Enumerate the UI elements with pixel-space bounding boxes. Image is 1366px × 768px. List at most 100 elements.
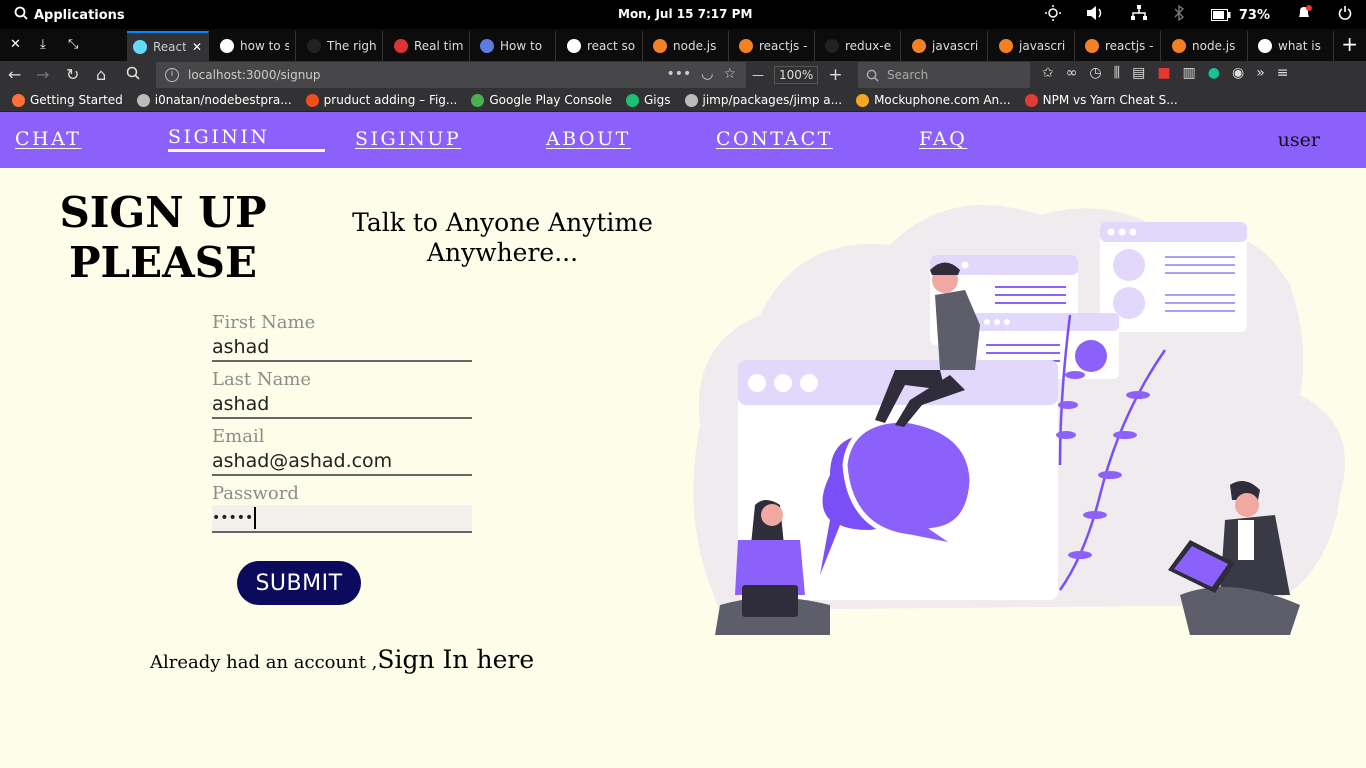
bookmark-item[interactable]: i0natan/nodebestpra... <box>136 93 292 107</box>
bookmark-label: Google Play Console <box>489 93 612 107</box>
extension-grid-icon[interactable]: ▥ <box>1183 65 1196 81</box>
browser-tab[interactable]: reactjs - <box>1079 31 1161 61</box>
bookmark-favicon-icon <box>136 93 150 107</box>
bookmark-item[interactable]: jimp/packages/jimp a... <box>684 93 842 107</box>
browser-tab[interactable]: Real tim <box>388 31 470 61</box>
nav-chat-link[interactable]: CHAT <box>15 128 81 150</box>
bookmark-favicon-icon <box>856 93 870 107</box>
bookmark-star-icon[interactable]: ☆ <box>723 66 736 82</box>
browser-tab[interactable]: node.js <box>1166 31 1248 61</box>
zoom-out-icon[interactable]: — <box>752 68 764 82</box>
browser-tab[interactable]: how to s <box>214 31 296 61</box>
nav-contact-link[interactable]: CONTACT <box>716 128 833 150</box>
tab-title: javascri <box>932 39 979 53</box>
signin-here-link[interactable]: Sign In here <box>377 645 534 674</box>
tab-title: redux-e <box>845 39 892 53</box>
browser-tab[interactable]: reactjs - <box>733 31 815 61</box>
address-bar[interactable]: i localhost:3000/signup ••• ◡ ☆ <box>156 62 746 88</box>
browser-tab[interactable]: javascri <box>906 31 988 61</box>
bookmark-item[interactable]: Google Play Console <box>471 93 612 107</box>
private-mask-icon[interactable]: ∞ <box>1066 65 1078 81</box>
search-icon <box>14 6 28 24</box>
browser-tab[interactable]: react so <box>561 31 643 61</box>
home-icon[interactable]: ⌂ <box>96 65 106 84</box>
bookmark-item[interactable]: pruduct adding – Fig... <box>305 93 458 107</box>
history-clock-icon[interactable]: ◷ <box>1089 65 1101 81</box>
new-tab-button[interactable]: + <box>1341 32 1358 56</box>
applications-menu[interactable]: Applications <box>14 6 125 24</box>
zoom-level[interactable]: 100% <box>774 66 819 84</box>
tagline-line1: Talk to Anyone Anytime <box>352 208 653 237</box>
network-icon[interactable] <box>1130 5 1147 25</box>
bookmark-item[interactable]: Gigs <box>625 93 671 107</box>
bookmark-item[interactable]: Getting Started <box>12 93 123 107</box>
browser-tab[interactable]: The righ <box>301 31 383 61</box>
browser-tab[interactable]: How to <box>474 31 556 61</box>
close-tab-icon[interactable]: ✕ <box>192 40 202 54</box>
tab-title: what is <box>1278 39 1321 53</box>
grammarly-icon[interactable]: ● <box>1208 65 1220 81</box>
power-icon[interactable] <box>1338 6 1352 24</box>
bookmark-favicon-icon <box>305 93 319 107</box>
zoom-search-icon[interactable] <box>126 65 140 84</box>
nav-faq-link[interactable]: FAQ <box>919 128 967 150</box>
zoom-in-icon[interactable]: + <box>828 65 842 85</box>
page-actions-icon[interactable]: ••• <box>666 66 691 82</box>
bookmark-item[interactable]: NPM vs Yarn Cheat S... <box>1024 93 1178 107</box>
forward-arrow-icon[interactable]: → <box>36 65 49 84</box>
first-name-input[interactable]: ashad <box>212 334 472 362</box>
browser-tab[interactable]: React ✕ <box>127 31 209 61</box>
stackoverflow-icon <box>912 39 926 53</box>
brightness-icon[interactable] <box>1044 5 1061 25</box>
nav-signin-link[interactable]: SIGININ <box>168 126 269 148</box>
overflow-chevron-icon[interactable]: » <box>1256 65 1265 81</box>
account-icon[interactable]: ◉ <box>1232 65 1244 81</box>
reload-icon[interactable]: ↻ <box>66 65 79 84</box>
nav-signup-link[interactable]: SIGINUP <box>355 128 461 150</box>
bookmark-label: pruduct adding – Fig... <box>323 93 458 107</box>
nav-active-underline <box>168 149 325 152</box>
last-name-field: Last Name ashad <box>212 369 472 419</box>
clock[interactable]: Mon, Jul 15 7:17 PM <box>618 7 752 21</box>
hamburger-menu-icon[interactable]: ≡ <box>1277 65 1289 81</box>
battery-indicator[interactable]: 73% <box>1210 8 1270 23</box>
browser-tab[interactable]: javascri <box>993 31 1075 61</box>
bookmark-label: Mockuphone.com An... <box>874 93 1011 107</box>
stackoverflow-icon <box>1085 39 1099 53</box>
github-icon <box>825 39 839 53</box>
download-icon[interactable]: ⤓ <box>40 37 46 52</box>
search-input[interactable]: Search <box>858 62 1030 88</box>
browser-tab-bar: ✕ ⤓ ⤡ React ✕ how to s The righ Real tim How … <box>0 29 1366 61</box>
notification-bell-icon[interactable] <box>1296 5 1312 25</box>
stackoverflow-icon <box>653 39 667 53</box>
info-icon[interactable]: i <box>165 68 179 82</box>
app-navbar: CHAT SIGININ SIGINUP ABOUT CONTACT FAQ u… <box>0 112 1366 168</box>
browser-tab[interactable]: what is <box>1252 31 1334 61</box>
extension-red-icon[interactable]: ■ <box>1157 65 1170 81</box>
password-field: Password ••••• <box>212 483 472 533</box>
battery-icon <box>1210 9 1231 21</box>
pocket-icon[interactable]: ◡ <box>701 66 713 82</box>
submit-button[interactable]: SUBMIT <box>237 561 361 605</box>
back-arrow-icon[interactable]: ← <box>8 65 21 84</box>
user-label[interactable]: user <box>1278 129 1320 151</box>
sidebar-icon[interactable]: ▤ <box>1132 65 1145 81</box>
library-icon[interactable]: ⫼ <box>1114 65 1120 81</box>
last-name-input[interactable]: ashad <box>212 391 472 419</box>
nav-about-link[interactable]: ABOUT <box>546 128 631 150</box>
bluetooth-off-icon[interactable] <box>1173 4 1185 25</box>
bookmark-favicon-icon <box>684 93 698 107</box>
password-input[interactable]: ••••• <box>212 505 472 533</box>
browser-tab[interactable]: redux-e <box>819 31 901 61</box>
bookmarks-star-icon[interactable]: ✩ <box>1042 65 1054 81</box>
chat-illustration <box>693 205 1345 635</box>
email-input[interactable]: ashad@ashad.com <box>212 448 472 476</box>
github-icon <box>307 39 321 53</box>
first-name-label: First Name <box>212 312 316 333</box>
browser-tab[interactable]: node.js <box>647 31 729 61</box>
restore-window-icon[interactable]: ⤡ <box>68 37 78 52</box>
tab-title: Real tim <box>414 39 463 53</box>
bookmark-item[interactable]: Mockuphone.com An... <box>856 93 1011 107</box>
volume-icon[interactable] <box>1086 6 1105 24</box>
close-window-icon[interactable]: ✕ <box>10 37 21 52</box>
